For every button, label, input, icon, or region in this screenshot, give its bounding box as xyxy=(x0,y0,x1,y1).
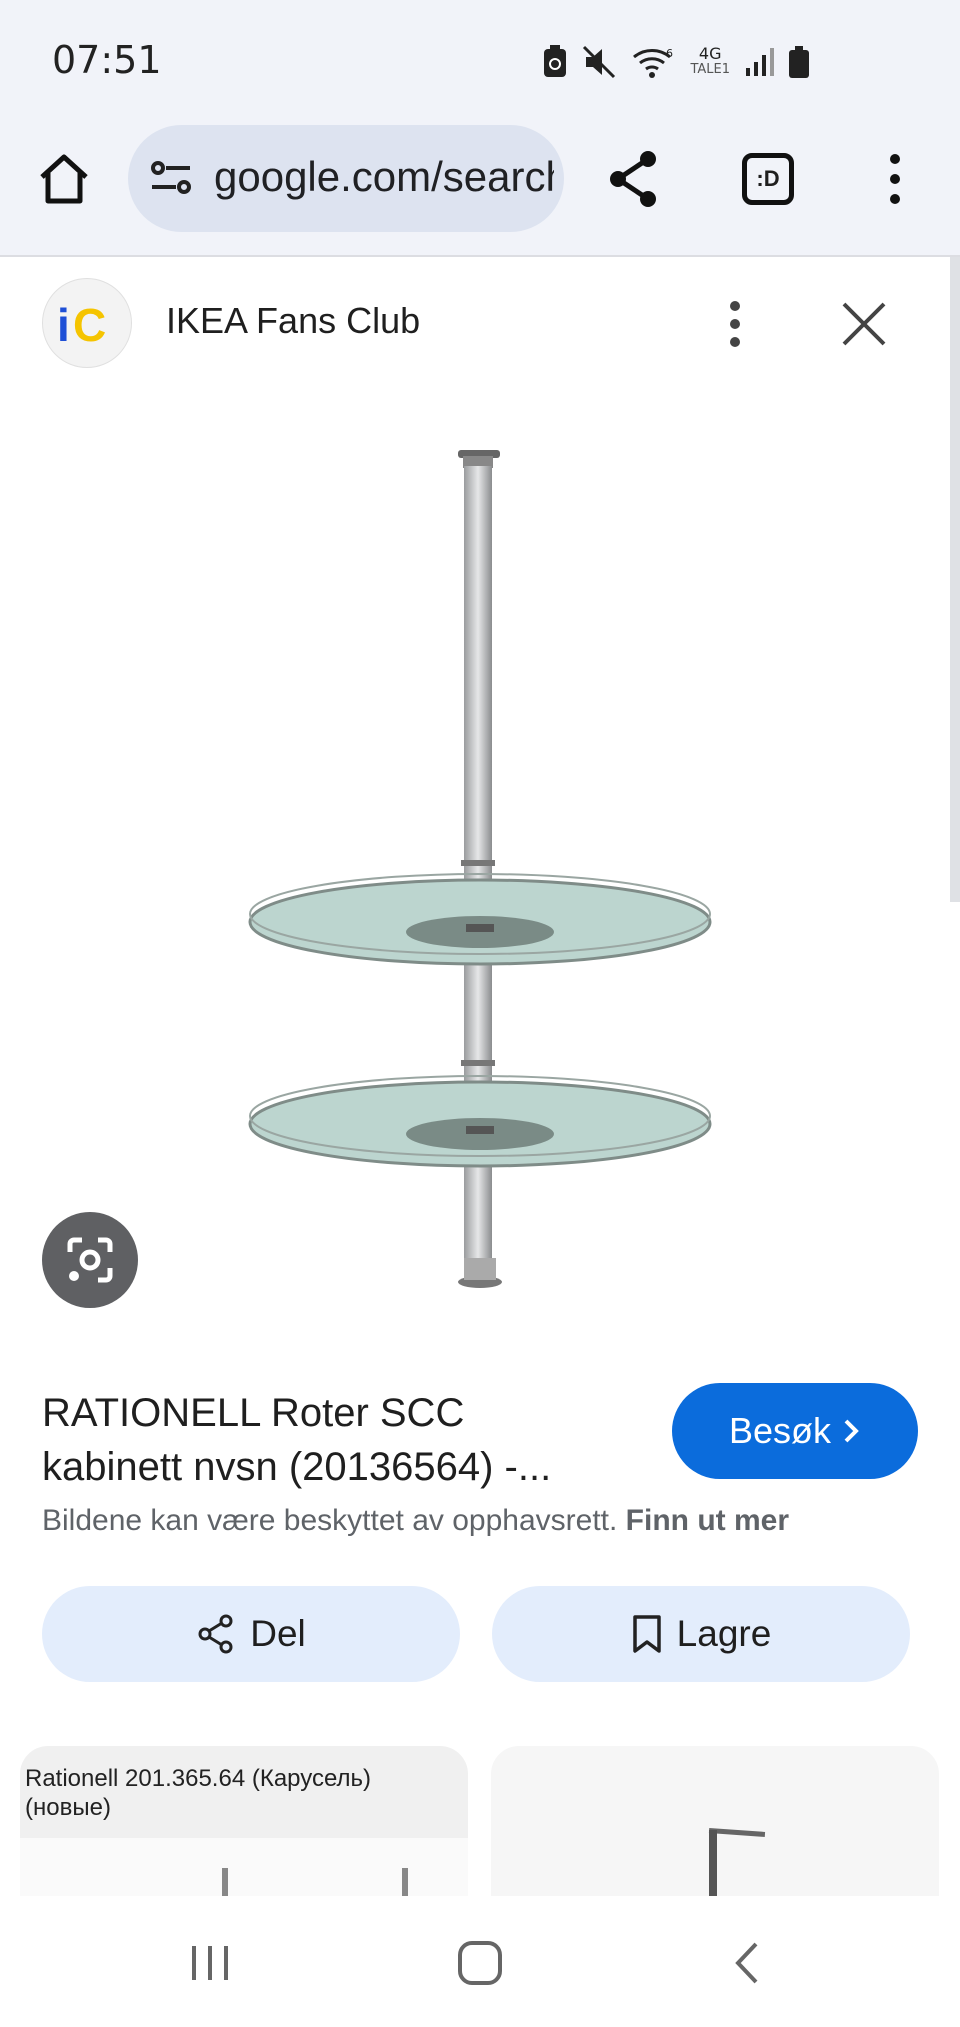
source-logo[interactable]: i C xyxy=(42,278,132,368)
svg-text:C: C xyxy=(73,299,106,351)
learn-more-link[interactable]: Finn ut mer xyxy=(626,1504,789,1537)
battery-saver-icon xyxy=(544,45,567,77)
visit-button[interactable]: Besøk xyxy=(672,1383,918,1479)
save-label: Lagre xyxy=(676,1613,772,1654)
home-icon[interactable] xyxy=(36,151,92,207)
source-header: i C IKEA Fans Club xyxy=(0,268,960,378)
signal-icon xyxy=(746,48,774,76)
result-title[interactable]: RATIONELL Roter SCC kabinett nvsn (20136… xyxy=(42,1386,622,1494)
svg-text:6: 6 xyxy=(666,47,673,60)
status-icons: 6 4G TALE1 xyxy=(542,42,810,82)
back-icon[interactable] xyxy=(718,1938,778,1988)
ikea-fans-club-logo: i C xyxy=(57,299,106,351)
share-button[interactable]: Del xyxy=(42,1586,460,1682)
extension-button[interactable]: :D xyxy=(742,153,794,205)
status-time: 07:51 xyxy=(52,38,162,82)
svg-text:i: i xyxy=(57,299,70,351)
bookmark-icon xyxy=(632,1615,661,1653)
result-title-line1: RATIONELL Roter SCC xyxy=(42,1391,465,1435)
product-image[interactable] xyxy=(180,440,740,1310)
network-sub-label: TALE1 xyxy=(690,62,730,77)
related-thumbnail xyxy=(491,1746,939,1896)
share-icon xyxy=(198,1614,233,1654)
related-thumbnail xyxy=(20,1838,468,1896)
save-button[interactable]: Lagre xyxy=(492,1586,910,1682)
source-name[interactable]: IKEA Fans Club xyxy=(166,300,420,342)
copyright-notice: Bildene kan være beskyttet av opphavsret… xyxy=(42,1504,789,1538)
chevron-right-icon xyxy=(844,1419,859,1443)
browser-toolbar: google.com/search :D xyxy=(0,125,960,257)
mute-icon xyxy=(583,45,616,79)
url-text[interactable]: google.com/search xyxy=(214,153,554,203)
copyright-text: Bildene kan være beskyttet av opphavsret… xyxy=(42,1504,618,1537)
site-settings-icon[interactable] xyxy=(150,158,194,198)
share-icon[interactable] xyxy=(606,149,662,209)
lens-search-button[interactable] xyxy=(42,1212,138,1308)
address-bar[interactable]: google.com/search xyxy=(128,125,564,232)
home-nav-icon[interactable] xyxy=(450,1938,510,1988)
status-bar: 07:51 6 4G TALE1 xyxy=(0,0,960,125)
share-label: Del xyxy=(250,1613,306,1654)
battery-icon xyxy=(789,46,809,78)
network-label: 4G xyxy=(698,44,722,63)
source-more-icon[interactable] xyxy=(720,298,750,350)
related-result-card[interactable]: Rationell 201.365.64 (Карусель) (новые) xyxy=(20,1746,468,1896)
result-title-line2: kabinett nvsn (20136564) -... xyxy=(42,1445,552,1489)
related-caption: Rationell 201.365.64 (Карусель) (новые) xyxy=(25,1765,372,1821)
wifi-icon: 6 xyxy=(633,47,673,78)
system-nav-bar xyxy=(0,1898,960,2027)
visit-label: Besøk xyxy=(728,1410,832,1451)
close-icon[interactable] xyxy=(838,298,890,350)
recent-apps-icon[interactable] xyxy=(180,1938,240,1988)
more-menu-icon[interactable] xyxy=(880,149,910,209)
camera-lens-icon xyxy=(67,1237,113,1283)
network-type: 4G TALE1 xyxy=(690,46,730,78)
related-result-card[interactable] xyxy=(491,1746,939,1896)
